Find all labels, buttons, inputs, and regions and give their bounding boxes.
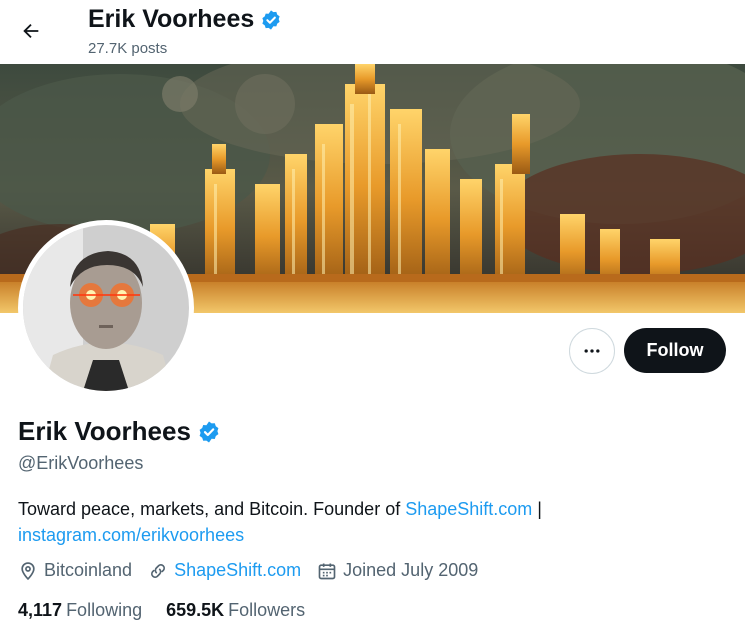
- profile-name-row: Erik Voorhees: [18, 416, 221, 447]
- bio-link-instagram[interactable]: instagram.com/erikvoorhees: [18, 525, 244, 545]
- header-name: Erik Voorhees: [88, 5, 255, 33]
- following-label: Following: [66, 600, 143, 620]
- post-count: 27.7K posts: [88, 40, 168, 57]
- following-count: 4,117: [18, 600, 63, 620]
- calendar-icon: [318, 563, 336, 579]
- bio-text: Toward peace, markets, and Bitcoin. Foun…: [18, 499, 406, 519]
- more-dots-icon: [584, 349, 600, 353]
- profile-bio: Toward peace, markets, and Bitcoin. Foun…: [18, 496, 718, 548]
- profile-meta: Bitcoinland ShapeShift.com Joined July 2…: [18, 560, 494, 581]
- link-icon: [151, 563, 166, 578]
- more-options-button[interactable]: [569, 328, 615, 374]
- profile-handle: @ErikVoorhees: [18, 453, 144, 473]
- verified-badge-icon[interactable]: [197, 420, 221, 444]
- website-item: ShapeShift.com: [148, 560, 301, 581]
- profile-name: Erik Voorhees: [18, 416, 191, 446]
- following-link[interactable]: 4,117 Following: [18, 600, 142, 621]
- follow-button[interactable]: Follow: [624, 328, 726, 373]
- followers-label: Followers: [228, 600, 306, 620]
- location-text: Bitcoinland: [44, 560, 133, 580]
- header-title: Erik Voorhees: [88, 5, 282, 34]
- follow-stats: 4,117 Following 659.5K Followers: [18, 600, 329, 621]
- joined-item: Joined July 2009: [317, 560, 478, 581]
- avatar[interactable]: [18, 220, 194, 396]
- location-pin-icon: [21, 561, 35, 580]
- arrow-left-icon: [23, 23, 39, 39]
- bio-link-shapeshift[interactable]: ShapeShift.com: [405, 499, 532, 519]
- joined-text: Joined July 2009: [343, 560, 479, 580]
- followers-link[interactable]: 659.5K Followers: [166, 600, 305, 621]
- website-link[interactable]: ShapeShift.com: [174, 560, 301, 581]
- location-item: Bitcoinland: [18, 560, 132, 581]
- back-button[interactable]: [12, 12, 50, 50]
- followers-count: 659.5K: [166, 600, 225, 620]
- bio-separator: |: [532, 499, 542, 519]
- verified-badge-icon: [262, 9, 280, 30]
- top-bar: Erik Voorhees 27.7K posts: [0, 0, 745, 64]
